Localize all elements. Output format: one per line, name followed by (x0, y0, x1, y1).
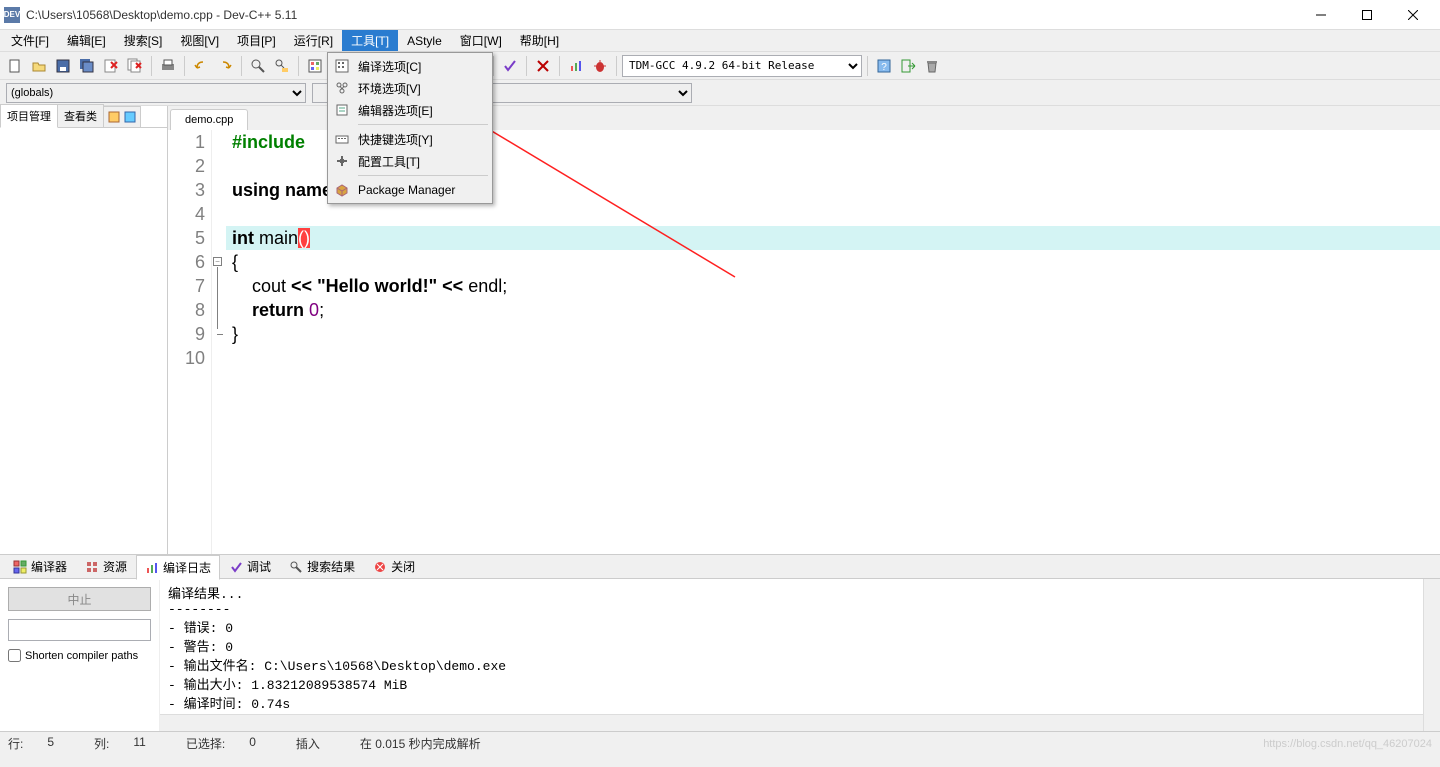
status-bar: 行:5 列:11 已选择:0 插入 在 0.015 秒内完成解析 https:/… (0, 731, 1440, 755)
btab-resources[interactable]: 资源 (76, 554, 136, 579)
menu-project[interactable]: 项目[P] (228, 30, 285, 51)
menu-item-label: Package Manager (358, 183, 455, 197)
close-all-icon[interactable] (124, 55, 146, 77)
undo-icon[interactable] (190, 55, 212, 77)
line-gutter: 12345678910 (168, 130, 212, 554)
environment-options-icon (334, 80, 350, 96)
stop-icon[interactable] (532, 55, 554, 77)
menu-edit[interactable]: 编辑[E] (58, 30, 115, 51)
tab-debug-icons[interactable] (103, 106, 141, 127)
menu-astyle[interactable]: AStyle (398, 30, 451, 51)
trash-icon[interactable] (921, 55, 943, 77)
package-manager-icon (334, 182, 350, 198)
menu-editor-options[interactable]: 编辑器选项[E] (330, 99, 490, 121)
app-icon: DEV (4, 7, 20, 23)
exit-icon[interactable] (897, 55, 919, 77)
btab-compiler[interactable]: 编译器 (4, 554, 76, 579)
editor-options-icon (334, 102, 350, 118)
close-button[interactable] (1390, 0, 1436, 30)
menu-bar: 文件[F] 编辑[E] 搜索[S] 视图[V] 项目[P] 运行[R] 工具[T… (0, 30, 1440, 52)
toolbar: TDM-GCC 4.9.2 64-bit Release ? (0, 52, 1440, 80)
compiler-select[interactable]: TDM-GCC 4.9.2 64-bit Release (622, 55, 862, 77)
tab-project[interactable]: 项目管理 (0, 104, 58, 128)
menu-help[interactable]: 帮助[H] (511, 30, 568, 51)
bottom-panel: 编译器 资源 编译日志 调试 搜索结果 关闭 中止 Shorten compil… (0, 554, 1440, 731)
save-icon[interactable] (52, 55, 74, 77)
compile-output[interactable]: 编译结果... -------- - 错误: 0 - 警告: 0 - 输出文件名… (160, 579, 1423, 714)
minimize-button[interactable] (1298, 0, 1344, 30)
shorten-paths-checkbox[interactable]: Shorten compiler paths (8, 649, 151, 662)
abort-button[interactable]: 中止 (8, 587, 151, 611)
menu-item-label: 编译选项[C] (358, 58, 421, 75)
sidebar: 项目管理 查看类 (0, 106, 168, 554)
menu-package-manager[interactable]: Package Manager (330, 179, 490, 201)
menu-item-label: 环境选项[V] (358, 80, 421, 97)
menu-search[interactable]: 搜索[S] (115, 30, 172, 51)
btab-compile-log[interactable]: 编译日志 (136, 555, 220, 580)
btab-search-results[interactable]: 搜索结果 (280, 554, 364, 579)
check-icon[interactable] (499, 55, 521, 77)
menu-shortcuts[interactable]: 快捷键选项[Y] (330, 128, 490, 150)
menu-compiler-options[interactable]: 编译选项[C] (330, 55, 490, 77)
menu-window[interactable]: 窗口[W] (451, 30, 511, 51)
menu-item-label: 快捷键选项[Y] (358, 131, 433, 148)
tab-classes[interactable]: 查看类 (57, 104, 104, 127)
compile-icon[interactable] (304, 55, 326, 77)
watermark: https://blog.csdn.net/qq_46207024 (1263, 738, 1432, 750)
editor-tab[interactable]: demo.cpp (170, 109, 248, 130)
title-bar: DEV C:\Users\10568\Desktop\demo.cpp - De… (0, 0, 1440, 30)
menu-view[interactable]: 视图[V] (171, 30, 228, 51)
scope-select[interactable]: (globals) (6, 83, 306, 103)
menu-tools[interactable]: 工具[T] (342, 30, 398, 51)
configure-tools-icon (334, 153, 350, 169)
btab-close[interactable]: 关闭 (364, 554, 424, 579)
redo-icon[interactable] (214, 55, 236, 77)
maximize-button[interactable] (1344, 0, 1390, 30)
context-bar: (globals) (0, 80, 1440, 106)
filter-input[interactable] (8, 619, 151, 641)
help-icon[interactable]: ? (873, 55, 895, 77)
debug-icon[interactable] (589, 55, 611, 77)
tools-dropdown: 编译选项[C] 环境选项[V] 编辑器选项[E] 快捷键选项[Y] 配置工具[T… (327, 52, 493, 204)
menu-run[interactable]: 运行[R] (285, 30, 342, 51)
replace-icon[interactable] (271, 55, 293, 77)
sidebar-body (0, 128, 167, 554)
print-icon[interactable] (157, 55, 179, 77)
save-all-icon[interactable] (76, 55, 98, 77)
open-icon[interactable] (28, 55, 50, 77)
new-file-icon[interactable] (4, 55, 26, 77)
profile-icon[interactable] (565, 55, 587, 77)
fold-column[interactable]: − (212, 130, 226, 554)
menu-item-label: 编辑器选项[E] (358, 102, 433, 119)
btab-debug[interactable]: 调试 (220, 554, 280, 579)
menu-item-label: 配置工具[T] (358, 153, 420, 170)
compiler-options-icon (334, 58, 350, 74)
menu-configure-tools[interactable]: 配置工具[T] (330, 150, 490, 172)
menu-file[interactable]: 文件[F] (2, 30, 58, 51)
menu-environment-options[interactable]: 环境选项[V] (330, 77, 490, 99)
find-icon[interactable] (247, 55, 269, 77)
vertical-scrollbar[interactable] (1423, 579, 1440, 731)
horizontal-scrollbar[interactable] (160, 714, 1423, 731)
shortcuts-icon (334, 131, 350, 147)
svg-text:?: ? (881, 62, 887, 73)
close-file-icon[interactable] (100, 55, 122, 77)
window-title: C:\Users\10568\Desktop\demo.cpp - Dev-C+… (26, 8, 1298, 22)
